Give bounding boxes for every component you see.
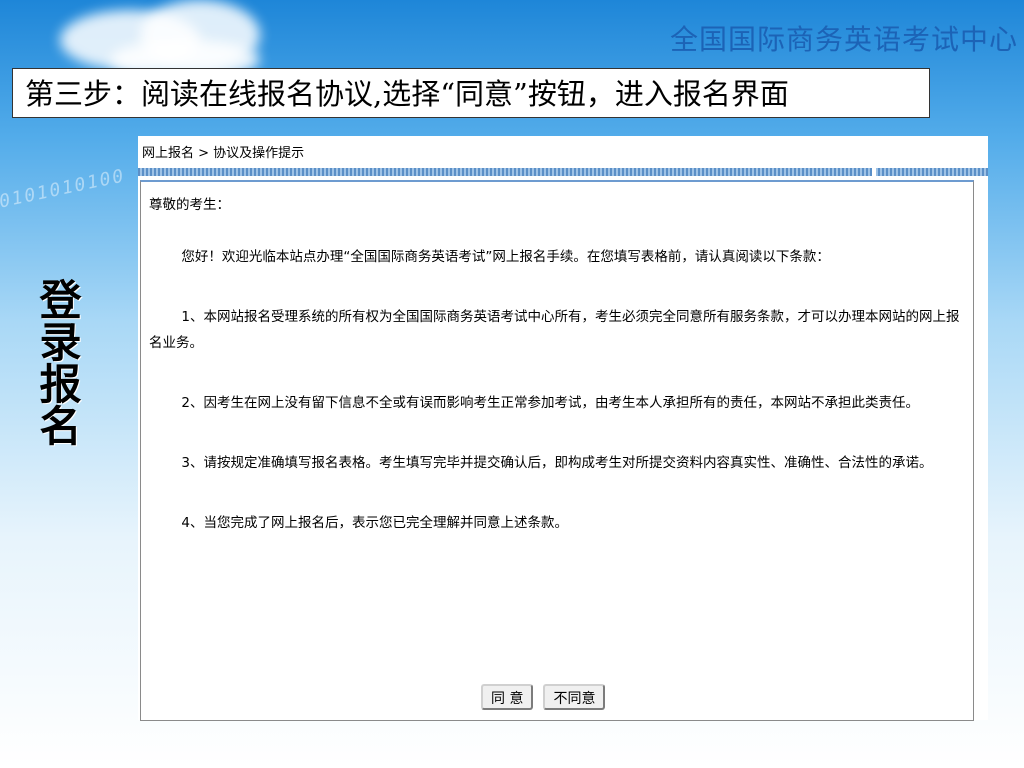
agreement-frame: 尊敬的考生： 您好！欢迎光临本站点办理“全国国际商务英语考试”网上报名手续。在您… <box>140 180 974 721</box>
paragraph-term-3: 3、请按规定准确填写报名表格。考生填写完毕并提交确认后，即构成考生对所提交资料内… <box>181 455 933 471</box>
divider-gap <box>872 168 876 176</box>
greeting: 尊敬的考生： <box>149 197 230 213</box>
side-label: 登录报名 <box>33 278 82 446</box>
paragraph-term-1: 1、本网站报名受理系统的所有权为全国国际商务英语考试中心所有，考生必须完全同意所… <box>149 309 960 351</box>
breadcrumb: 网上报名 > 协议及操作提示 <box>142 146 305 161</box>
org-title: 全国国际商务英语考试中心 <box>669 23 1018 56</box>
agree-button[interactable]: 同 意 <box>481 684 534 710</box>
step-instruction: 第三步：阅读在线报名协议,选择“同意”按钮，进入报名界面 <box>12 68 930 118</box>
button-group: 同 意 不同意 <box>481 684 606 710</box>
divider-stripe <box>138 168 988 176</box>
paragraph-term-4: 4、当您完成了网上报名后，表示您已完全理解并同意上述条款。 <box>181 515 568 531</box>
binary-decoration: 0101010100 <box>0 165 128 213</box>
paragraph-intro: 您好！欢迎光临本站点办理“全国国际商务英语考试”网上报名手续。在您填写表格前，请… <box>181 249 830 265</box>
agreement-text: 尊敬的考生： 您好！欢迎光临本站点办理“全国国际商务英语考试”网上报名手续。在您… <box>149 192 967 570</box>
disagree-button[interactable]: 不同意 <box>543 684 606 710</box>
paragraph-term-2: 2、因考生在网上没有留下信息不全或有误而影响考生正常参加考试，由考生本人承担所有… <box>181 395 919 411</box>
registration-panel: 网上报名 > 协议及操作提示 尊敬的考生： 您好！欢迎光临本站点办理“全国国际商… <box>138 136 988 721</box>
